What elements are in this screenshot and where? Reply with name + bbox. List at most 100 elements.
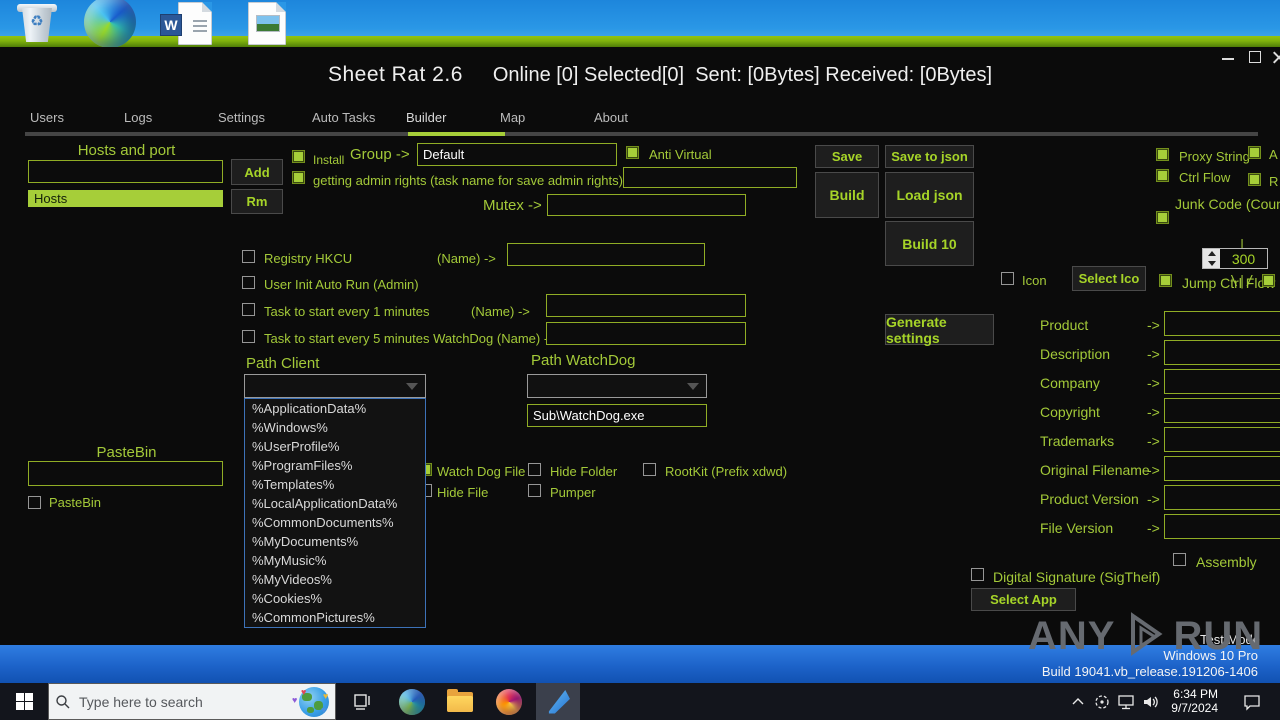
stepper-down-icon[interactable]	[1203, 259, 1220, 269]
icon-checkbox[interactable]	[1001, 272, 1014, 285]
path-watchdog-combobox[interactable]	[527, 374, 707, 398]
path-option[interactable]: %CommonPictures%	[245, 608, 425, 627]
path-option[interactable]: %ProgramFiles%	[245, 456, 425, 475]
version-field-input-description[interactable]	[1164, 340, 1280, 365]
proxy-string-checkbox[interactable]	[1156, 148, 1169, 161]
group-input[interactable]	[417, 143, 617, 166]
window-title: Sheet Rat 2.6	[327, 63, 463, 86]
install-checkbox[interactable]	[292, 150, 305, 163]
path-option[interactable]: %MyVideos%	[245, 570, 425, 589]
sheet-rat-taskbar-button[interactable]	[536, 683, 580, 720]
jump-ctrl-flow-checkbox-right[interactable]	[1262, 274, 1275, 287]
build-button[interactable]: Build	[815, 172, 879, 218]
tab-logs[interactable]: Logs	[119, 110, 213, 132]
arrow-label: ->	[1147, 375, 1160, 391]
path-client-combobox[interactable]	[244, 374, 426, 398]
version-field-input-copyright[interactable]	[1164, 398, 1280, 423]
edge-desktop-icon[interactable]	[82, 0, 138, 48]
path-option[interactable]: %ApplicationData%	[245, 399, 425, 418]
path-option[interactable]: %CommonDocuments%	[245, 513, 425, 532]
path-option[interactable]: %MyMusic%	[245, 551, 425, 570]
path-option[interactable]: %Templates%	[245, 475, 425, 494]
hide-folder-checkbox[interactable]	[528, 463, 541, 476]
version-field-input-product[interactable]	[1164, 311, 1280, 336]
cutoff-a-checkbox[interactable]	[1248, 146, 1261, 159]
tab-about[interactable]: About	[589, 110, 683, 132]
capture-icon	[1095, 694, 1109, 709]
screen-capture-tray-button[interactable]	[1090, 683, 1114, 720]
version-field-input-company[interactable]	[1164, 369, 1280, 394]
path-option[interactable]: %Cookies%	[245, 589, 425, 608]
add-host-button[interactable]: Add	[231, 159, 283, 185]
cutoff-r-checkbox[interactable]	[1248, 173, 1261, 186]
path-option[interactable]: %Windows%	[245, 418, 425, 437]
junk-count-value[interactable]: 300	[1220, 248, 1268, 269]
minimize-button[interactable]	[1222, 58, 1234, 60]
task-5min-checkbox[interactable]	[242, 330, 255, 343]
tab-map[interactable]: Map	[495, 110, 589, 132]
tab-settings[interactable]: Settings	[213, 110, 307, 132]
pastebin-checkbox[interactable]	[28, 496, 41, 509]
version-field-input-trademarks[interactable]	[1164, 427, 1280, 452]
version-field-input-file-version[interactable]	[1164, 514, 1280, 539]
junk-code-checkbox[interactable]	[1156, 211, 1169, 224]
anti-virtual-checkbox[interactable]	[626, 146, 639, 159]
task-1min-checkbox[interactable]	[242, 303, 255, 316]
select-ico-button[interactable]: Select Ico	[1072, 266, 1146, 291]
registry-name-input[interactable]	[507, 243, 705, 266]
stepper-up-icon[interactable]	[1203, 249, 1220, 259]
admin-rights-input[interactable]	[623, 167, 797, 188]
host-input[interactable]	[28, 160, 223, 183]
digital-signature-checkbox[interactable]	[971, 568, 984, 581]
junk-count-stepper[interactable]	[1202, 248, 1221, 269]
remove-host-button[interactable]: Rm	[231, 189, 283, 214]
pastebin-input[interactable]	[28, 461, 223, 486]
maximize-button[interactable]	[1249, 51, 1261, 63]
taskbar-clock[interactable]: 6:34 PM 9/7/2024	[1160, 687, 1218, 715]
version-field-row: Copyright ->	[1040, 398, 1280, 424]
path-option[interactable]: %LocalApplicationData%	[245, 494, 425, 513]
path-option[interactable]: %MyDocuments%	[245, 532, 425, 551]
build-10-button[interactable]: Build 10	[885, 221, 974, 266]
registry-hkcu-checkbox[interactable]	[242, 250, 255, 263]
rootkit-checkbox[interactable]	[643, 463, 656, 476]
assembly-checkbox[interactable]	[1173, 553, 1186, 566]
save-to-json-button[interactable]: Save to json	[885, 145, 974, 168]
tab-auto-tasks[interactable]: Auto Tasks	[307, 110, 401, 132]
network-tray-button[interactable]	[1114, 683, 1140, 720]
image-document-icon[interactable]	[244, 2, 290, 46]
jump-ctrl-flow-checkbox-left[interactable]	[1159, 274, 1172, 287]
path-option[interactable]: %UserProfile%	[245, 437, 425, 456]
tab-users[interactable]: Users	[25, 110, 119, 132]
recycle-bin-icon[interactable]: ♻	[14, 0, 60, 46]
task-1min-name-input[interactable]	[546, 294, 746, 317]
admin-rights-checkbox[interactable]	[292, 171, 305, 184]
version-field-input-product-version[interactable]	[1164, 485, 1280, 510]
load-json-button[interactable]: Load json	[885, 172, 974, 218]
action-center-button[interactable]	[1232, 683, 1272, 720]
window-titlebar: Sheet Rat 2.6 Online [0] Selected[0] Sen…	[280, 60, 1040, 90]
taskbar-search[interactable]: ♥ ♥ ♥ ♥	[48, 683, 336, 720]
word-document-icon[interactable]: W	[160, 2, 214, 46]
user-init-checkbox[interactable]	[242, 276, 255, 289]
version-field-input-original-filename[interactable]	[1164, 456, 1280, 481]
tab-builder[interactable]: Builder	[401, 110, 495, 132]
watchdog-exe-input[interactable]	[527, 404, 707, 427]
generate-settings-button[interactable]: Generate settings	[885, 314, 994, 346]
save-button[interactable]: Save	[815, 145, 879, 168]
edge-taskbar-button[interactable]	[390, 683, 434, 720]
ctrl-flow-checkbox[interactable]	[1156, 169, 1169, 182]
registry-name-label: (Name) ->	[437, 251, 496, 266]
tray-expand-button[interactable]	[1066, 683, 1090, 720]
version-field-row: Product ->	[1040, 311, 1280, 337]
mutex-input[interactable]	[547, 194, 746, 216]
file-explorer-button[interactable]	[438, 683, 482, 720]
pumper-checkbox[interactable]	[528, 484, 541, 497]
task-view-button[interactable]	[340, 683, 384, 720]
close-button[interactable]	[1272, 50, 1280, 64]
start-button[interactable]	[0, 683, 48, 720]
select-app-button[interactable]: Select App	[971, 588, 1076, 611]
task-5min-name-input[interactable]	[546, 322, 746, 345]
search-input[interactable]	[79, 693, 299, 710]
firefox-button[interactable]	[487, 683, 531, 720]
